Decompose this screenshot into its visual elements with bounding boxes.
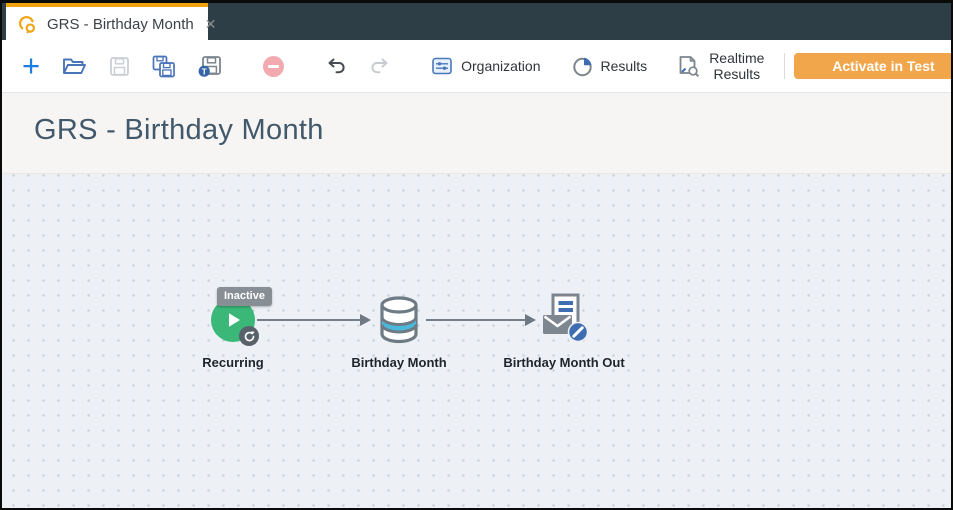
tab-grs-birthday-month[interactable]: GRS - Birthday Month ✕	[6, 3, 216, 41]
node-label: Birthday Month	[351, 355, 447, 370]
redo-arrow-icon	[369, 57, 391, 76]
email-document-icon	[540, 293, 589, 343]
open-button[interactable]	[60, 54, 89, 79]
node-data-source[interactable]	[376, 295, 422, 346]
connector-line	[257, 319, 361, 321]
save-with-T-badge-icon: T	[198, 55, 222, 78]
svg-text:T: T	[202, 66, 208, 76]
undo-arrow-icon	[325, 57, 347, 76]
save-test-button[interactable]: T	[196, 53, 224, 80]
node-label: Recurring	[202, 355, 264, 370]
save-copy-icon	[152, 55, 176, 78]
workflow-canvas[interactable]: Inactive Recurring Birthday Month Birthd…	[2, 174, 951, 508]
new-button[interactable]: +	[20, 48, 42, 83]
toolbar-right-group: Activate in Test	[775, 53, 951, 79]
realtime-results-button[interactable]: Realtime Results	[676, 48, 766, 84]
realtime-results-label: Realtime Results	[709, 50, 765, 82]
green-play-icon	[223, 310, 243, 330]
connector-arrowhead-icon	[525, 314, 536, 326]
save-copy-button[interactable]	[150, 53, 178, 80]
app-window: GRS - Birthday Month ✕ + T Organization …	[0, 0, 953, 510]
results-pie-icon	[572, 56, 593, 77]
activate-in-test-button[interactable]: Activate in Test	[794, 53, 951, 79]
toolbar-separator	[784, 53, 786, 79]
journey-cloud-icon	[16, 14, 38, 35]
tab-bar: GRS - Birthday Month ✕	[2, 2, 951, 41]
page-title: GRS - Birthday Month	[34, 114, 324, 146]
save-button[interactable]	[107, 54, 132, 79]
undo-button[interactable]	[323, 55, 349, 78]
toolbar: + T Organization Results Realtime Result…	[2, 40, 951, 93]
open-folder-icon	[62, 56, 87, 77]
status-badge: Inactive	[217, 287, 272, 306]
remove-minus-circle-icon	[262, 55, 285, 78]
close-icon[interactable]: ✕	[203, 16, 219, 33]
tab-title: GRS - Birthday Month	[47, 15, 194, 33]
organization-button[interactable]: Organization	[429, 53, 542, 79]
save-floppy-icon	[109, 56, 130, 77]
results-label: Results	[600, 58, 648, 74]
connector-arrowhead-icon	[360, 314, 371, 326]
connector-line	[426, 319, 526, 321]
organization-sliders-icon	[431, 55, 453, 77]
recurring-refresh-icon	[239, 326, 259, 346]
database-cylinder-icon	[376, 295, 422, 346]
realtime-results-doc-search-icon	[678, 55, 701, 77]
plus-icon: +	[22, 48, 41, 83]
node-label: Birthday Month Out	[503, 355, 625, 370]
title-band: GRS - Birthday Month	[2, 93, 951, 174]
node-email-output[interactable]	[540, 293, 589, 343]
redo-button[interactable]	[367, 55, 393, 78]
organization-label: Organization	[461, 58, 541, 74]
delete-button[interactable]	[260, 53, 287, 80]
results-button[interactable]: Results	[570, 54, 650, 79]
